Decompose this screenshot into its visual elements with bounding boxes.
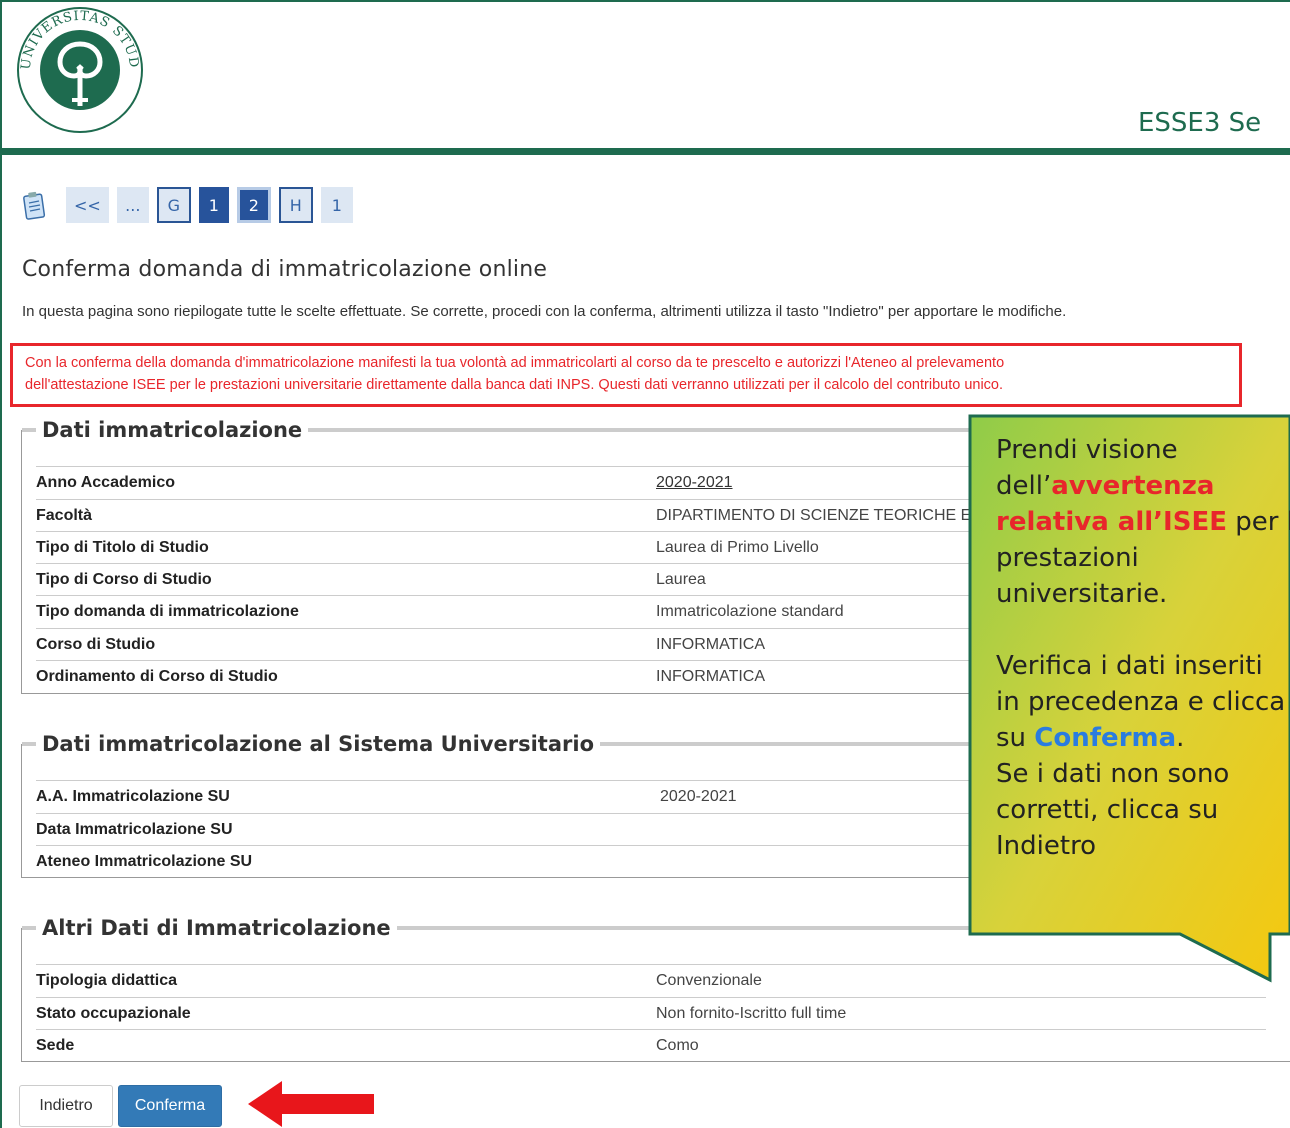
table-row: Stato occupazionale Non fornito-Iscritto …	[36, 997, 1266, 1029]
warning-line-2: dell'attestazione ISEE per le prestazion…	[25, 377, 1004, 393]
callout-line: dell’avvertenza	[996, 471, 1215, 501]
callout-line: universitarie.	[996, 579, 1168, 609]
step-first[interactable]: <<	[66, 187, 109, 223]
row-label: Ordinamento di Corso di Studio	[36, 667, 278, 685]
row-value: Non fornito-Iscritto full time	[656, 1004, 847, 1022]
callout-line: Verifica i dati inseriti	[996, 651, 1263, 681]
row-value: Como	[656, 1036, 699, 1054]
row-value: INFORMATICA	[656, 635, 766, 653]
callout-line: in precedenza e clicca	[996, 687, 1286, 717]
section-title: Dati immatricolazione al Sistema Univers…	[42, 732, 594, 756]
wizard-steps: << ... G 1 2 H 1	[22, 186, 361, 224]
row-value: 2020-2021	[660, 787, 737, 805]
row-value: DIPARTIMENTO DI SCIENZE TEORICHE E	[656, 506, 972, 524]
header: UNIVERSITAS STUDIORUM INSUBRIAE ESSE3 Se	[2, 2, 1290, 150]
callout-text: Prendi visione dell’avvertenza relativa …	[996, 432, 1290, 864]
callout-line: Prendi visione	[996, 435, 1178, 465]
intro-text: In questa pagina sono riepilogate tutte …	[22, 303, 1067, 320]
row-label: Tipo di Titolo di Studio	[36, 538, 209, 556]
red-arrow-icon	[248, 1081, 374, 1127]
university-seal-icon: UNIVERSITAS STUDIORUM INSUBRIAE	[16, 6, 143, 133]
row-value: Laurea di Primo Livello	[656, 538, 819, 556]
row-label: Tipologia didattica	[36, 971, 178, 989]
callout-line: Indietro	[996, 831, 1097, 861]
section-title: Dati immatricolazione	[42, 418, 303, 442]
callout-line: Se i dati non sono	[996, 759, 1230, 789]
callout-line: relativa all’ISEE per le	[996, 507, 1290, 537]
step-2-current[interactable]: 2	[236, 187, 271, 223]
step-g[interactable]: G	[156, 187, 191, 223]
back-button[interactable]: Indietro	[19, 1085, 113, 1127]
step-1-next[interactable]: 1	[320, 187, 353, 223]
row-label: A.A. Immatricolazione SU	[36, 787, 230, 805]
row-label: Anno Accademico	[36, 473, 175, 491]
row-label: Data Immatricolazione SU	[36, 820, 233, 838]
row-value: Immatricolazione standard	[656, 602, 844, 620]
row-value[interactable]: 2020-2021	[656, 474, 733, 492]
row-label: Corso di Studio	[36, 635, 156, 653]
row-label: Stato occupazionale	[36, 1004, 191, 1022]
table-row: Sede Como	[36, 1029, 1266, 1061]
row-value: Laurea	[656, 570, 706, 588]
callout-line: su Conferma.	[996, 723, 1185, 753]
row-label: Tipo domanda di immatricolazione	[36, 602, 299, 620]
step-h[interactable]: H	[278, 187, 313, 223]
step-1[interactable]: 1	[198, 187, 229, 223]
row-value: INFORMATICA	[656, 667, 766, 685]
callout-line: corretti, clicca su	[996, 795, 1219, 825]
callout-spacer	[996, 612, 1290, 648]
step-more[interactable]: ...	[116, 187, 149, 223]
header-divider	[0, 148, 1290, 155]
row-label: Tipo di Corso di Studio	[36, 570, 212, 588]
isee-warning: Con la conferma della domanda d'immatric…	[10, 343, 1242, 407]
confirm-button[interactable]: Conferma	[118, 1085, 222, 1127]
row-value: Convenzionale	[656, 971, 762, 989]
row-label: Sede	[36, 1036, 75, 1054]
row-label: Ateneo Immatricolazione SU	[36, 852, 253, 870]
row-label: Facoltà	[36, 506, 93, 524]
clipboard-icon	[23, 191, 46, 220]
page-title: Conferma domanda di immatricolazione onl…	[22, 257, 548, 282]
callout-line: prestazioni	[996, 543, 1139, 573]
section-title: Altri Dati di Immatricolazione	[42, 916, 391, 940]
system-name: ESSE3 Se	[1138, 108, 1262, 138]
warning-line-1: Con la conferma della domanda d'immatric…	[25, 355, 1005, 371]
